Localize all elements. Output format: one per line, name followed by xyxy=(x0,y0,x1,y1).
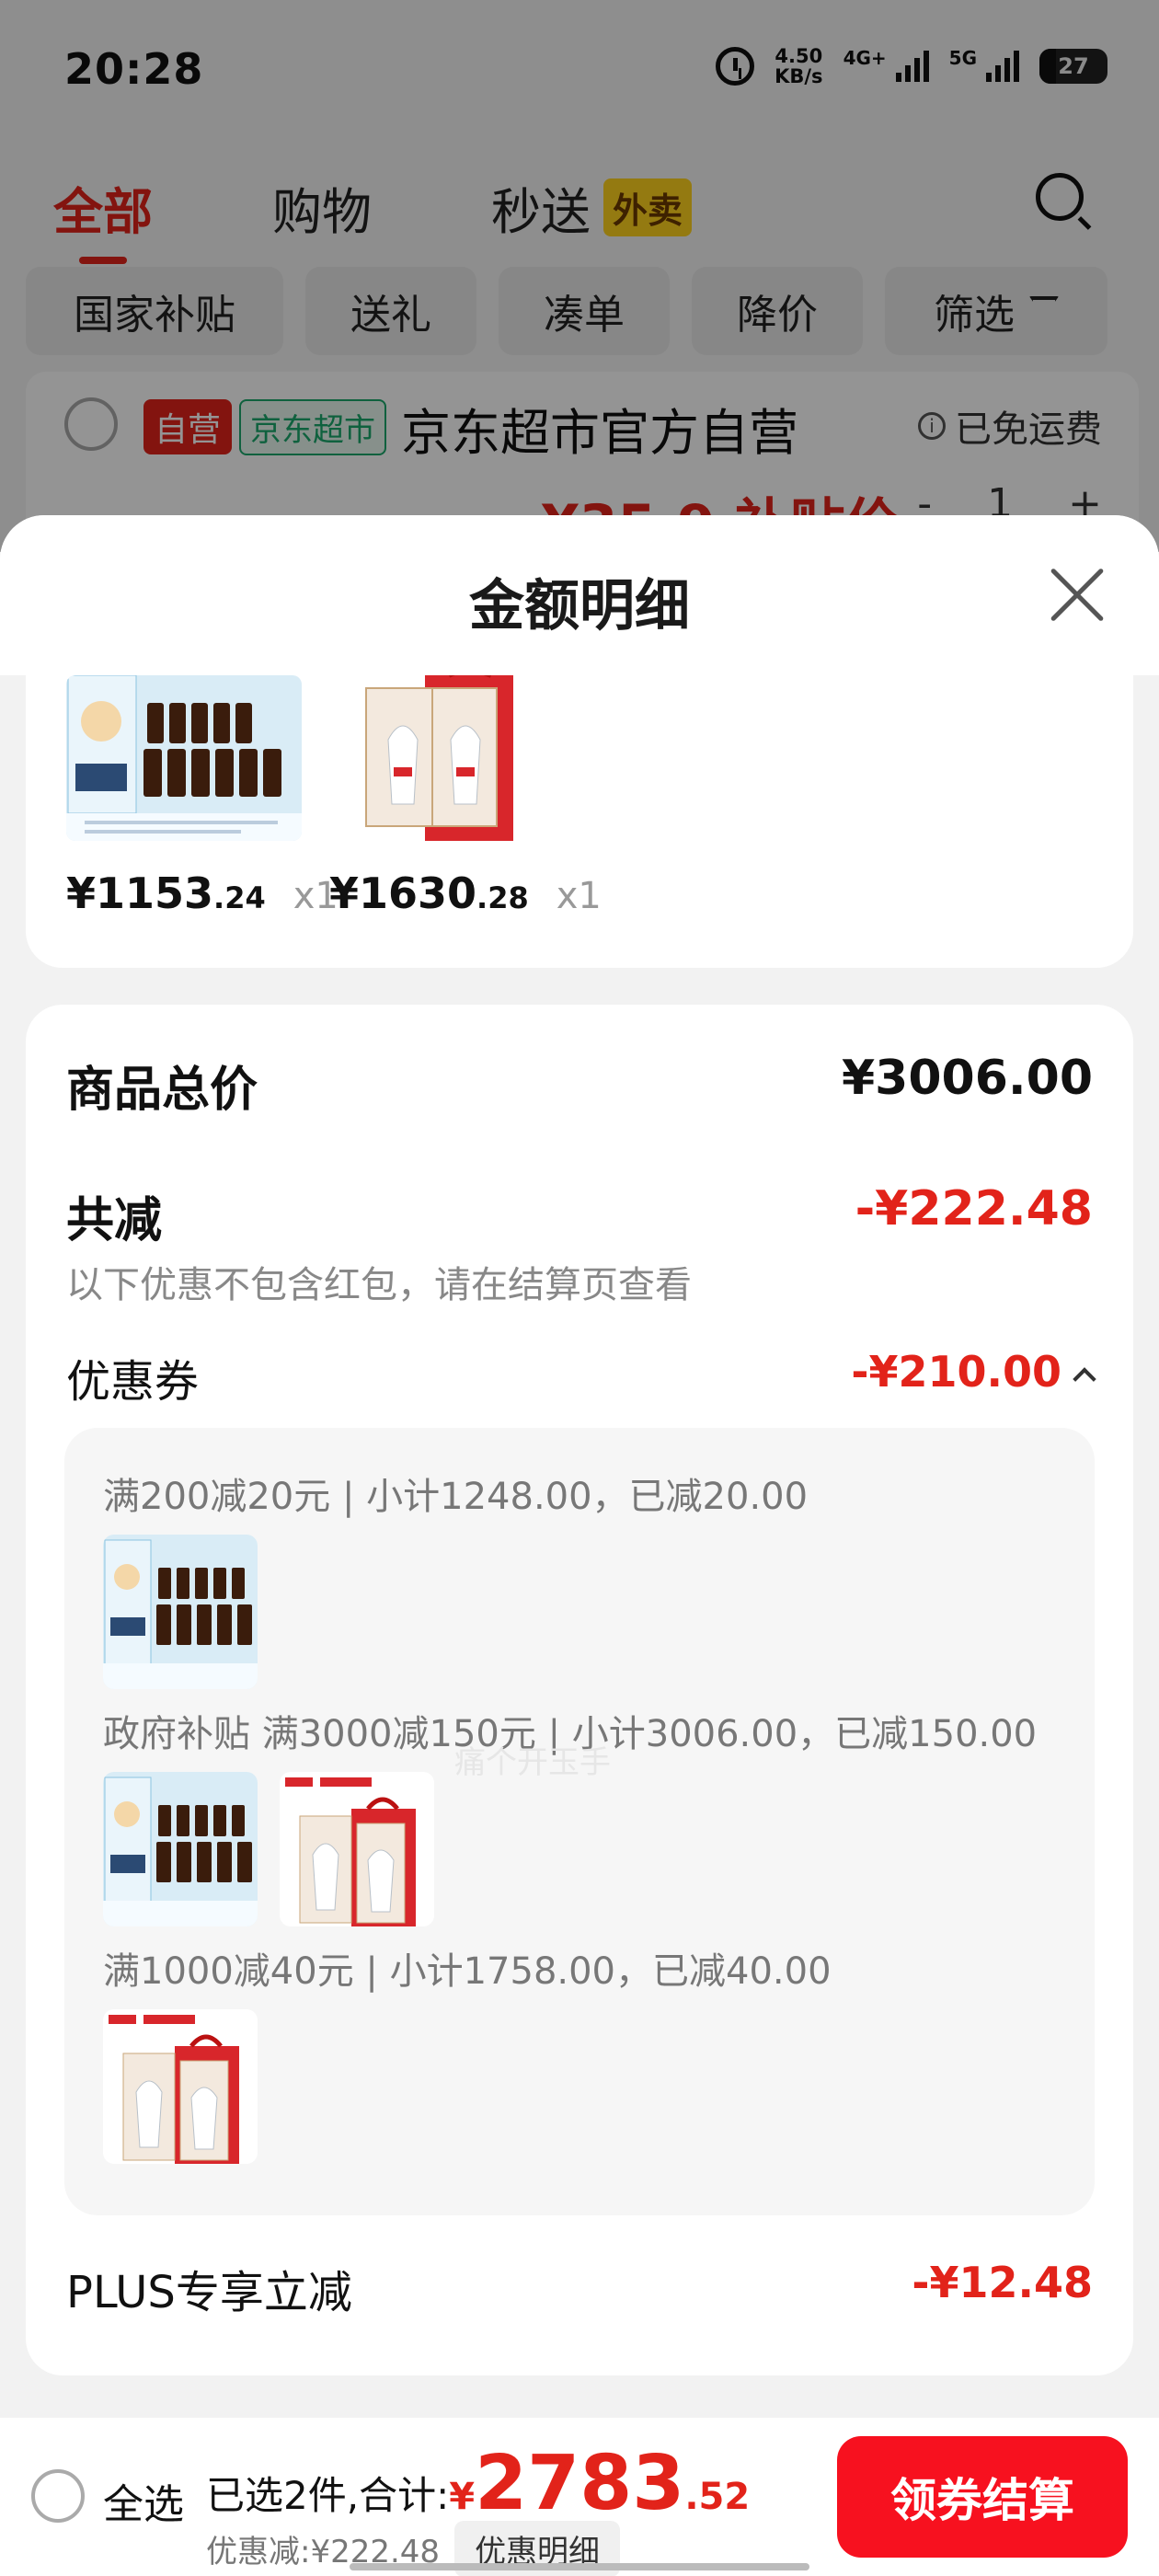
plus-label: PLUS专享立减 xyxy=(66,2267,352,2318)
watermark: 痛个开玉手 xyxy=(454,1744,611,1781)
total-value: ¥3006.00 xyxy=(841,1051,1093,1106)
coupon-label: 优惠券 xyxy=(66,1356,200,1408)
dim-overlay[interactable] xyxy=(0,0,1159,552)
coupon-toggle[interactable]: -¥210.00 xyxy=(851,1347,1096,1397)
reduce-value: -¥222.48 xyxy=(855,1181,1093,1236)
select-all-radio[interactable] xyxy=(31,2469,85,2523)
coupon-line: 满200减20元 | 小计1248.00，已减20.00 xyxy=(103,1476,809,1518)
coupon-product-thumb xyxy=(103,2009,258,2164)
coupon-line: 满1000减40元 | 小计1758.00，已减40.00 xyxy=(103,1950,832,1993)
product-image-baijiu xyxy=(329,675,565,841)
products-card: ¥1153.24 x1 ¥1630.28 x1 xyxy=(26,675,1133,968)
chevron-up-icon xyxy=(1073,1366,1096,1391)
product-price: ¥1153.24 x1 xyxy=(66,868,339,918)
select-all-label[interactable]: 全选 xyxy=(103,2471,184,2530)
coupon-product-thumb xyxy=(103,1772,258,1926)
home-indicator xyxy=(350,2563,809,2570)
close-icon[interactable] xyxy=(1049,567,1106,624)
reduce-note: 以下优惠不包含红包，请在结算页查看 xyxy=(66,1264,692,1306)
product-image-whiskey xyxy=(66,675,302,841)
product-price: ¥1630.28 x1 xyxy=(329,868,602,918)
coupon-product-thumb xyxy=(103,1535,258,1689)
reduce-label: 共减 xyxy=(66,1193,163,1248)
total-label: 商品总价 xyxy=(66,1063,258,1118)
total-summary: 已选2件,合计: ¥ 2783 .52 xyxy=(206,2440,751,2527)
checkout-button[interactable]: 领券结算 xyxy=(837,2436,1128,2558)
amount-detail-sheet: 金额明细 ¥1153.24 x1 ¥1630.28 x1 商品总价 ¥3006.… xyxy=(0,515,1159,2420)
sheet-title: 金额明细 xyxy=(469,574,690,638)
total-amount: 2783 xyxy=(475,2440,685,2527)
product-item[interactable]: ¥1630.28 x1 xyxy=(329,675,602,918)
checkout-bar: 全选 已选2件,合计: ¥ 2783 .52 优惠减:¥222.48 优惠明细 … xyxy=(0,2418,1159,2576)
plus-value: -¥12.48 xyxy=(912,2258,1093,2307)
sheet-header: 金额明细 xyxy=(0,515,1159,675)
coupon-value: -¥210.00 xyxy=(851,1347,1061,1397)
coupon-product-thumb xyxy=(280,1772,434,1926)
coupon-details: 满200减20元 | 小计1248.00，已减20.00 政府补贴 满3000减… xyxy=(64,1428,1095,2215)
product-item[interactable]: ¥1153.24 x1 xyxy=(66,675,339,918)
amount-detail-card: 商品总价 ¥3006.00 共减 -¥222.48 以下优惠不包含红包，请在结算… xyxy=(26,1005,1133,2375)
